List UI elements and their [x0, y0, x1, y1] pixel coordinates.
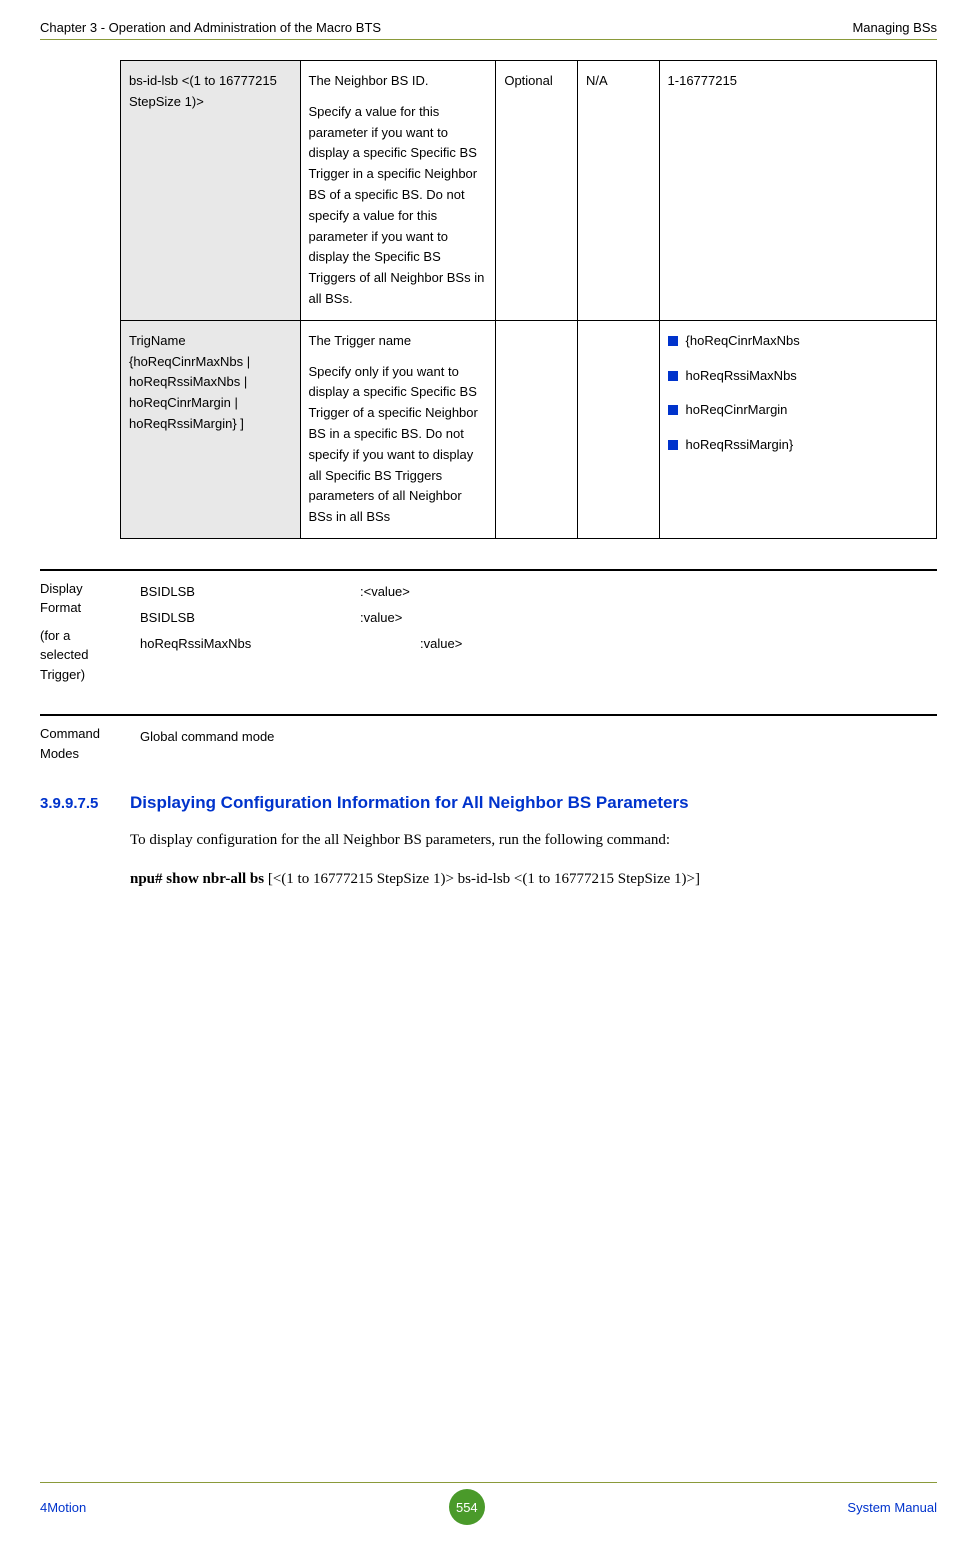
section-number: 3.9.9.7.5	[40, 795, 130, 812]
cell-desc: The Neighbor BS ID. Specify a value for …	[300, 61, 496, 321]
format-line: BSIDLSB:<value>	[140, 579, 937, 605]
bullet-text: hoReqRssiMaxNbs	[686, 366, 797, 387]
cell-desc: The Trigger name Specify only if you wan…	[300, 320, 496, 538]
bullet-item: {hoReqCinrMaxNbs	[668, 331, 928, 352]
command-modes-block: Command Modes Global command mode	[40, 714, 937, 763]
format-key: BSIDLSB	[140, 579, 360, 605]
section-para: To display configuration for the all Nei…	[130, 828, 937, 852]
desc-line: The Neighbor BS ID.	[309, 71, 488, 92]
section-heading: 3.9.9.7.5 Displaying Configuration Infor…	[40, 793, 937, 813]
cell-presence: Optional	[496, 61, 578, 321]
bullet-item: hoReqRssiMaxNbs	[668, 366, 928, 387]
page-footer: 4Motion 554 System Manual	[40, 1482, 937, 1525]
desc-line: Specify a value for this parameter if yo…	[309, 102, 488, 310]
cmd-rest: [<(1 to 16777215 StepSize 1)> bs-id-lsb …	[264, 871, 700, 887]
format-val: :value>	[360, 610, 402, 625]
parameters-table: bs-id-lsb <(1 to 16777215 StepSize 1)> T…	[120, 60, 937, 539]
desc-line: The Trigger name	[309, 331, 488, 352]
section-title: Displaying Configuration Information for…	[130, 793, 689, 813]
format-key: hoReqRssiMaxNbs	[140, 631, 420, 657]
cell-possible: {hoReqCinrMaxNbs hoReqRssiMaxNbs hoReqCi…	[659, 320, 936, 538]
format-line: hoReqRssiMaxNbs:value>	[140, 631, 937, 657]
format-val: :<value>	[360, 584, 410, 599]
bullet-icon	[668, 371, 678, 381]
format-line: BSIDLSB:value>	[140, 605, 937, 631]
display-format-label: Display Format (for a selected Trigger)	[40, 569, 120, 685]
bullet-item: hoReqCinrMargin	[668, 400, 928, 421]
header-left: Chapter 3 - Operation and Administration…	[40, 20, 381, 35]
command-modes-value: Global command mode	[120, 714, 937, 763]
format-key: BSIDLSB	[140, 605, 360, 631]
bullet-icon	[668, 405, 678, 415]
section-command: npu# show nbr-all bs [<(1 to 16777215 St…	[130, 867, 937, 891]
footer-right: System Manual	[847, 1500, 937, 1515]
cell-param: TrigName {hoReqCinrMaxNbs | hoReqRssiMax…	[121, 320, 301, 538]
page-header: Chapter 3 - Operation and Administration…	[40, 20, 937, 40]
display-format-content: BSIDLSB:<value> BSIDLSB:value> hoReqRssi…	[120, 569, 937, 685]
format-val: :value>	[420, 636, 462, 651]
label-text: (for a selected Trigger)	[40, 626, 120, 685]
bullet-text: hoReqRssiMargin}	[686, 435, 794, 456]
bullet-icon	[668, 336, 678, 346]
bullet-text: hoReqCinrMargin	[686, 400, 788, 421]
table-row: bs-id-lsb <(1 to 16777215 StepSize 1)> T…	[121, 61, 937, 321]
cell-presence	[496, 320, 578, 538]
cmd-bold: npu# show nbr-all bs	[130, 871, 264, 887]
bullet-icon	[668, 440, 678, 450]
label-text: Display Format	[40, 579, 120, 618]
bullet-text: {hoReqCinrMaxNbs	[686, 331, 800, 352]
cell-default	[577, 320, 659, 538]
footer-left: 4Motion	[40, 1500, 86, 1515]
cell-param: bs-id-lsb <(1 to 16777215 StepSize 1)>	[121, 61, 301, 321]
desc-line: Specify only if you want to display a sp…	[309, 362, 488, 528]
display-format-block: Display Format (for a selected Trigger) …	[40, 569, 937, 685]
page-number: 554	[449, 1489, 485, 1525]
cell-default: N/A	[577, 61, 659, 321]
bullet-item: hoReqRssiMargin}	[668, 435, 928, 456]
header-right: Managing BSs	[852, 20, 937, 35]
table-row: TrigName {hoReqCinrMaxNbs | hoReqRssiMax…	[121, 320, 937, 538]
command-modes-label: Command Modes	[40, 714, 120, 763]
cell-possible: 1-16777215	[659, 61, 936, 321]
